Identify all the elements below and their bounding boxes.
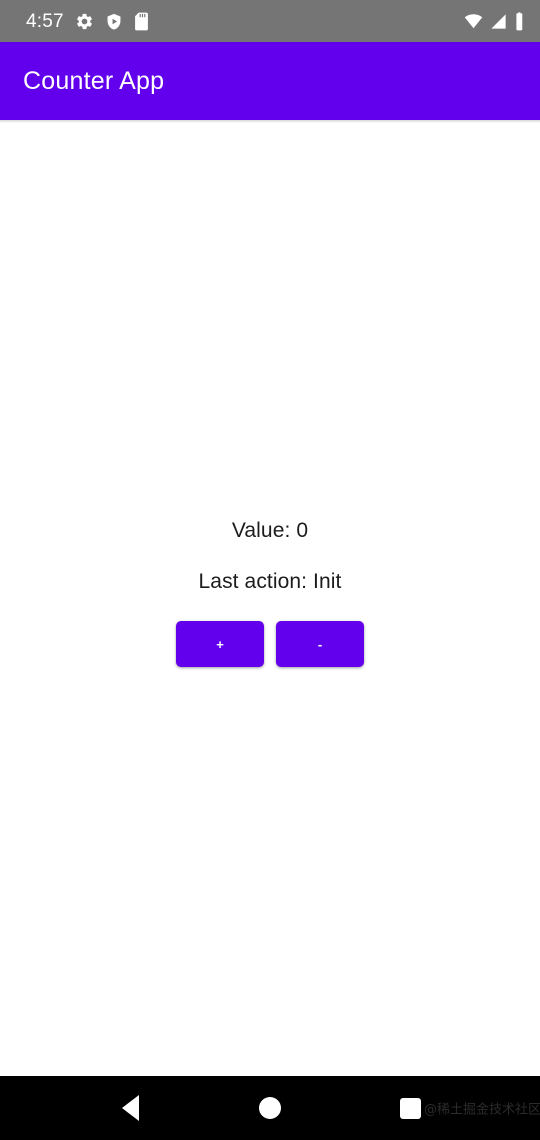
play-protect-icon: [105, 12, 123, 31]
gear-icon: [75, 12, 94, 31]
recents-square-icon: [399, 1097, 421, 1119]
wifi-icon: [463, 12, 484, 31]
app-bar: Counter App: [0, 42, 540, 120]
status-bar: 4:57: [0, 0, 540, 42]
navigation-bar: @稀土掘金技术社区: [0, 1076, 540, 1140]
counter-value-label: Value: 0: [231, 519, 309, 542]
counter-block: Value: 0 Last action: Init + -: [176, 520, 364, 667]
home-circle-icon: [259, 1097, 281, 1119]
nav-home-button[interactable]: [234, 1076, 306, 1140]
counter-button-row: + -: [176, 621, 364, 667]
status-bar-left: 4:57: [26, 12, 149, 31]
phone-screen: 4:57 Counter App Value: 0 Last action: I…: [0, 0, 540, 1140]
sd-card-icon: [134, 12, 149, 31]
decrement-button[interactable]: -: [276, 621, 364, 667]
status-bar-clock: 4:57: [26, 10, 64, 32]
cellular-signal-icon: [489, 12, 508, 31]
back-triangle-icon: [121, 1095, 139, 1121]
watermark-text: @稀土掘金技术社区: [424, 1102, 540, 1118]
last-action-label: Last action: Init: [198, 570, 342, 593]
nav-back-button[interactable]: [94, 1076, 166, 1140]
battery-full-icon: [513, 11, 526, 31]
main-content: Value: 0 Last action: Init + -: [0, 123, 540, 1076]
app-bar-shadow: [0, 120, 540, 123]
increment-button[interactable]: +: [176, 621, 264, 667]
page-title: Counter App: [23, 66, 165, 95]
status-bar-right: [463, 11, 526, 31]
